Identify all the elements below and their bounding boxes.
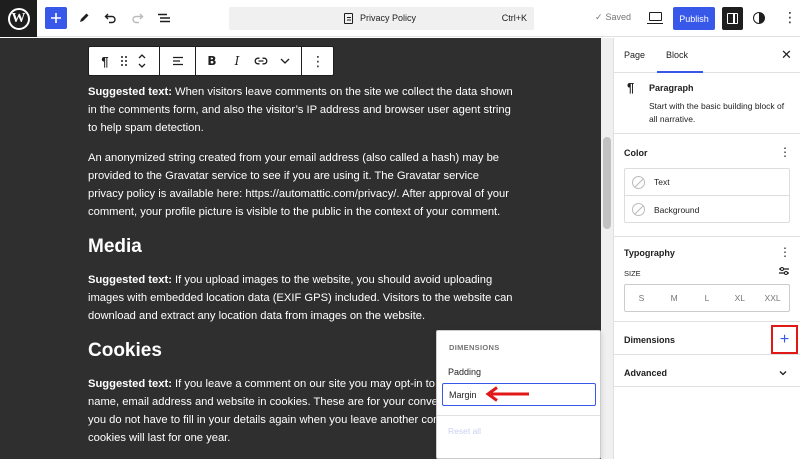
plus-icon — [51, 13, 61, 23]
active-tab-indicator — [657, 71, 703, 73]
dimensions-options-button[interactable]: + — [771, 325, 798, 354]
redo-button[interactable] — [129, 7, 145, 29]
paragraph-media[interactable]: Suggested text: If you upload images to … — [88, 271, 513, 325]
editor-scrollbar-thumb[interactable] — [603, 137, 611, 229]
align-icon[interactable] — [167, 47, 189, 75]
sidebar-tabs: Page Block ✕ — [614, 38, 800, 73]
page-icon — [344, 13, 353, 24]
section-divider — [614, 386, 800, 387]
styles-half-circle-icon[interactable] — [753, 12, 765, 24]
editor-top-bar: W Privacy Policy Ctrl+K ✓ Saved Publish ⋮ — [0, 0, 800, 37]
undo-icon — [104, 13, 116, 24]
typography-options-icon[interactable]: ⋮ — [779, 246, 791, 258]
custom-size-settings-icon[interactable] — [779, 266, 789, 276]
background-color-item[interactable]: Background — [625, 196, 789, 223]
wordpress-logo-icon[interactable]: W — [0, 0, 37, 37]
more-options-icon[interactable]: ⋮ — [307, 47, 329, 75]
color-item-label: Text — [654, 177, 670, 187]
list-view-button[interactable] — [155, 7, 173, 29]
red-arrow-annotation-icon — [485, 386, 529, 402]
reset-all-button[interactable]: Reset all — [448, 426, 481, 436]
saved-status[interactable]: ✓ Saved — [595, 12, 631, 23]
desktop-preview-icon[interactable] — [647, 12, 663, 24]
block-toolbar: ¶ B I ⋮ — [88, 46, 334, 76]
section-divider — [614, 133, 800, 134]
padding-option[interactable]: Padding — [442, 360, 596, 383]
size-option-xxl[interactable]: XXL — [756, 285, 789, 311]
chevron-glyph — [280, 58, 290, 64]
typography-panel-title[interactable]: Typography — [624, 248, 675, 258]
tab-block[interactable]: Block — [666, 50, 688, 60]
drag-dots-glyph — [121, 56, 127, 66]
section-divider — [614, 236, 800, 237]
command-shortcut: Ctrl+K — [501, 13, 527, 23]
move-up-down-icon[interactable] — [134, 47, 150, 75]
font-size-label: SIZE — [624, 269, 641, 278]
font-size-picker: S M L XL XXL — [624, 284, 790, 312]
chevron-down-icon[interactable] — [779, 369, 787, 377]
size-option-l[interactable]: L — [691, 285, 724, 311]
italic-icon[interactable]: I — [226, 47, 248, 75]
chevron-down-icon[interactable] — [275, 47, 295, 75]
link-icon[interactable] — [250, 47, 272, 75]
advanced-panel-title[interactable]: Advanced — [624, 368, 667, 378]
vertical-dots-icon[interactable]: ⋮ — [783, 10, 797, 24]
paragraph-gravatar[interactable]: An anonymized string created from your e… — [88, 149, 513, 221]
publish-button[interactable]: Publish — [673, 7, 715, 30]
bold-icon[interactable]: B — [201, 47, 223, 75]
section-divider — [614, 354, 800, 355]
move-arrows-glyph — [138, 54, 146, 68]
plus-icon: + — [779, 330, 790, 348]
tools-button[interactable] — [76, 7, 92, 29]
document-bar[interactable]: Privacy Policy Ctrl+K — [229, 7, 534, 30]
heading-media[interactable]: Media — [88, 235, 513, 259]
empty-swatch-icon — [632, 203, 645, 216]
toolbar-separator — [301, 47, 302, 75]
popover-divider — [437, 415, 600, 416]
toolbar-separator — [195, 47, 196, 75]
suggested-text-label: Suggested text: — [88, 378, 172, 390]
tab-page[interactable]: Page — [624, 50, 645, 60]
block-card-title: Paragraph — [649, 83, 694, 93]
size-option-m[interactable]: M — [658, 285, 691, 311]
close-icon[interactable]: ✕ — [781, 47, 792, 63]
suggested-text-label: Suggested text: — [88, 274, 172, 286]
undo-button[interactable] — [102, 7, 118, 29]
popover-heading: DIMENSIONS — [449, 343, 500, 352]
toolbar-separator — [159, 47, 160, 75]
text-color-item[interactable]: Text — [625, 169, 789, 196]
editor-scrollbar-track[interactable] — [601, 38, 613, 459]
drag-handle-icon[interactable] — [117, 47, 131, 75]
size-option-s[interactable]: S — [625, 285, 658, 311]
empty-swatch-icon — [632, 175, 645, 189]
color-panel-title[interactable]: Color — [624, 148, 648, 158]
settings-panel-icon[interactable] — [722, 7, 743, 30]
add-block-button[interactable] — [45, 7, 67, 29]
color-item-label: Background — [654, 204, 700, 215]
chain-link-glyph — [254, 57, 268, 65]
suggested-text-label: Suggested text: — [88, 86, 172, 98]
check-icon: ✓ — [595, 12, 603, 22]
align-lines-glyph — [173, 56, 183, 66]
saved-label: Saved — [605, 12, 632, 22]
color-options-icon[interactable]: ⋮ — [779, 146, 791, 158]
paragraph-icon[interactable]: ¶ — [95, 47, 115, 75]
list-view-icon — [158, 13, 170, 23]
redo-icon — [131, 13, 143, 24]
section-divider — [614, 321, 800, 322]
color-settings-box: Text Background — [624, 168, 790, 223]
document-title: Privacy Policy — [360, 13, 417, 23]
block-card-description: Start with the basic building block of a… — [649, 101, 785, 124]
dimensions-panel-title[interactable]: Dimensions — [624, 335, 675, 345]
paragraph-comments[interactable]: Suggested text: When visitors leave comm… — [88, 83, 513, 137]
settings-sidebar: Page Block ✕ ¶ Paragraph Start with the … — [613, 38, 800, 459]
size-option-xl[interactable]: XL — [723, 285, 756, 311]
pencil-icon — [80, 13, 89, 22]
paragraph-icon: ¶ — [627, 80, 635, 95]
